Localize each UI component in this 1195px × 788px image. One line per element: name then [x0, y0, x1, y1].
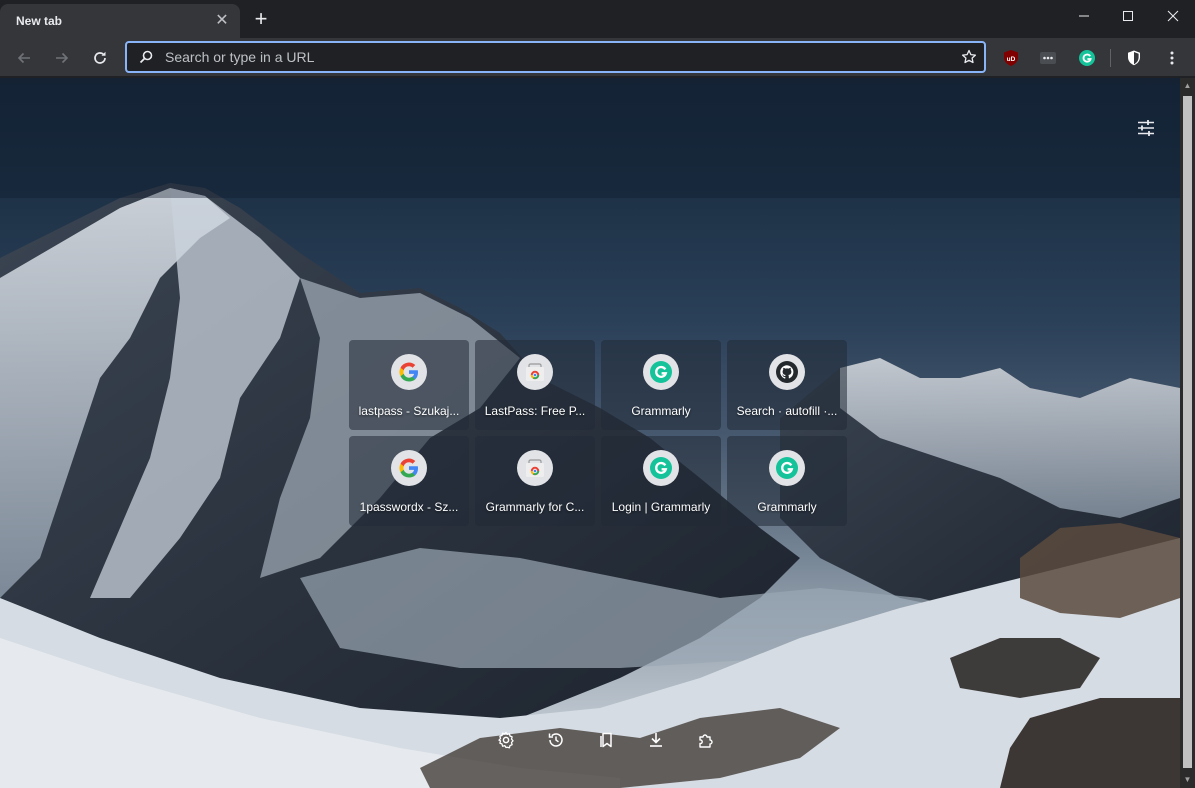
- close-icon[interactable]: [1150, 0, 1195, 32]
- shortcut-tile[interactable]: LastPass: Free P...: [475, 340, 595, 430]
- shortcut-label: LastPass: Free P...: [484, 404, 586, 418]
- reload-icon: [94, 51, 106, 64]
- shortcut-tile[interactable]: Grammarly for C...: [475, 436, 595, 526]
- page-scrollbar[interactable]: ▲ ▼: [1180, 78, 1195, 788]
- tab-new-tab[interactable]: New tab ✕: [0, 4, 240, 38]
- star-icon: [961, 49, 977, 64]
- scroll-thumb[interactable]: [1183, 96, 1192, 768]
- chrome-webstore-icon: [517, 354, 553, 390]
- lastpass-icon: [1040, 52, 1056, 64]
- google-icon: [391, 354, 427, 390]
- shortcut-tile[interactable]: Search · autofill ·...: [727, 340, 847, 430]
- shortcut-label: Grammarly: [757, 500, 817, 514]
- shortcut-tile[interactable]: Login | Grammarly: [601, 436, 721, 526]
- title-bar: New tab ✕ +: [0, 0, 1195, 38]
- downloads-icon[interactable]: [644, 728, 668, 752]
- shield-icon: [1128, 50, 1140, 66]
- maximize-icon[interactable]: [1105, 0, 1151, 32]
- shortcut-label: Grammarly: [631, 404, 691, 418]
- shortcut-tile[interactable]: Grammarly: [601, 340, 721, 430]
- ublock-icon: uD: [1004, 50, 1018, 66]
- customize-page-button[interactable]: [1132, 114, 1160, 142]
- arrow-right-icon: [56, 52, 69, 64]
- new-tab-button[interactable]: +: [248, 7, 274, 33]
- grammarly-icon: [1079, 50, 1095, 66]
- browser-menu-button[interactable]: [1161, 47, 1183, 69]
- shortcut-label: Search · autofill ·...: [736, 404, 838, 418]
- github-icon: [769, 354, 805, 390]
- shortcut-label: lastpass - Szukaj...: [358, 404, 460, 418]
- mountain-background-image: [0, 78, 1180, 788]
- google-icon: [391, 450, 427, 486]
- shortcut-label: Grammarly for C...: [485, 500, 585, 514]
- kebab-menu-icon: [1170, 51, 1174, 65]
- scroll-down-icon[interactable]: ▼: [1180, 772, 1195, 788]
- grammarly-icon: [643, 450, 679, 486]
- sliders-icon: [1138, 120, 1154, 136]
- bookmarks-icon[interactable]: [594, 728, 618, 752]
- settings-icon[interactable]: [494, 728, 518, 752]
- reload-button[interactable]: [87, 45, 113, 71]
- minimize-icon[interactable]: [1061, 0, 1107, 32]
- tab-title: New tab: [16, 14, 63, 28]
- shortcut-label: Login | Grammarly: [611, 500, 711, 514]
- shortcut-tile[interactable]: lastpass - Szukaj...: [349, 340, 469, 430]
- shield-extension[interactable]: [1123, 47, 1145, 69]
- grammarly-extension[interactable]: [1076, 47, 1098, 69]
- arrow-left-icon: [17, 52, 30, 64]
- ublock-origin-extension[interactable]: uD: [1000, 47, 1022, 69]
- scroll-up-icon[interactable]: ▲: [1180, 78, 1195, 94]
- ntp-bottom-bar: [492, 728, 722, 752]
- tab-close-icon[interactable]: ✕: [214, 13, 230, 29]
- grammarly-icon: [643, 354, 679, 390]
- bookmark-star-button[interactable]: [954, 43, 984, 71]
- lastpass-extension[interactable]: [1037, 47, 1059, 69]
- shortcut-tile[interactable]: 1passwordx - Sz...: [349, 436, 469, 526]
- shortcut-label: 1passwordx - Sz...: [359, 500, 459, 514]
- new-tab-page: lastpass - Szukaj... LastPass: Free P...…: [0, 78, 1180, 788]
- grammarly-icon: [769, 450, 805, 486]
- toolbar-divider: [1110, 49, 1111, 67]
- back-button[interactable]: [11, 45, 37, 71]
- search-icon: [139, 50, 153, 64]
- svg-text:uD: uD: [1007, 56, 1016, 63]
- omnibox-input[interactable]: [165, 49, 954, 65]
- history-icon[interactable]: [544, 728, 568, 752]
- omnibox[interactable]: [125, 41, 986, 73]
- extensions-icon[interactable]: [694, 728, 718, 752]
- chrome-webstore-icon: [517, 450, 553, 486]
- shortcut-tile[interactable]: Grammarly: [727, 436, 847, 526]
- toolbar: uD: [0, 38, 1195, 77]
- forward-button[interactable]: [49, 45, 75, 71]
